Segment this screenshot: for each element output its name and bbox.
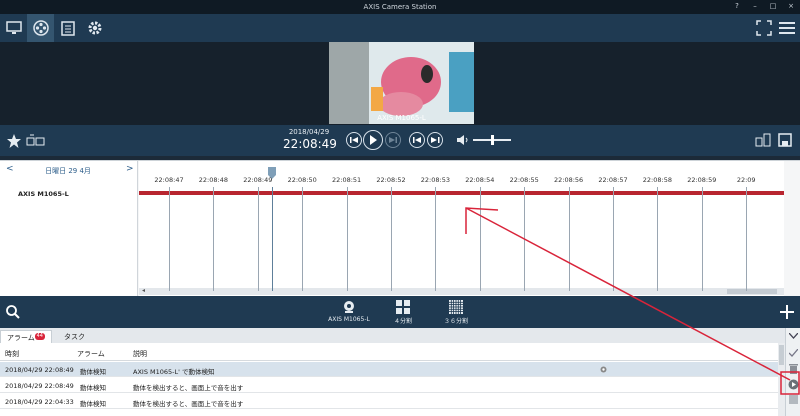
highlight-box [780, 371, 800, 395]
annotation-overlay [465, 207, 800, 395]
annotation-arrow-head [465, 207, 499, 234]
annotation-arrow-line [465, 207, 791, 381]
